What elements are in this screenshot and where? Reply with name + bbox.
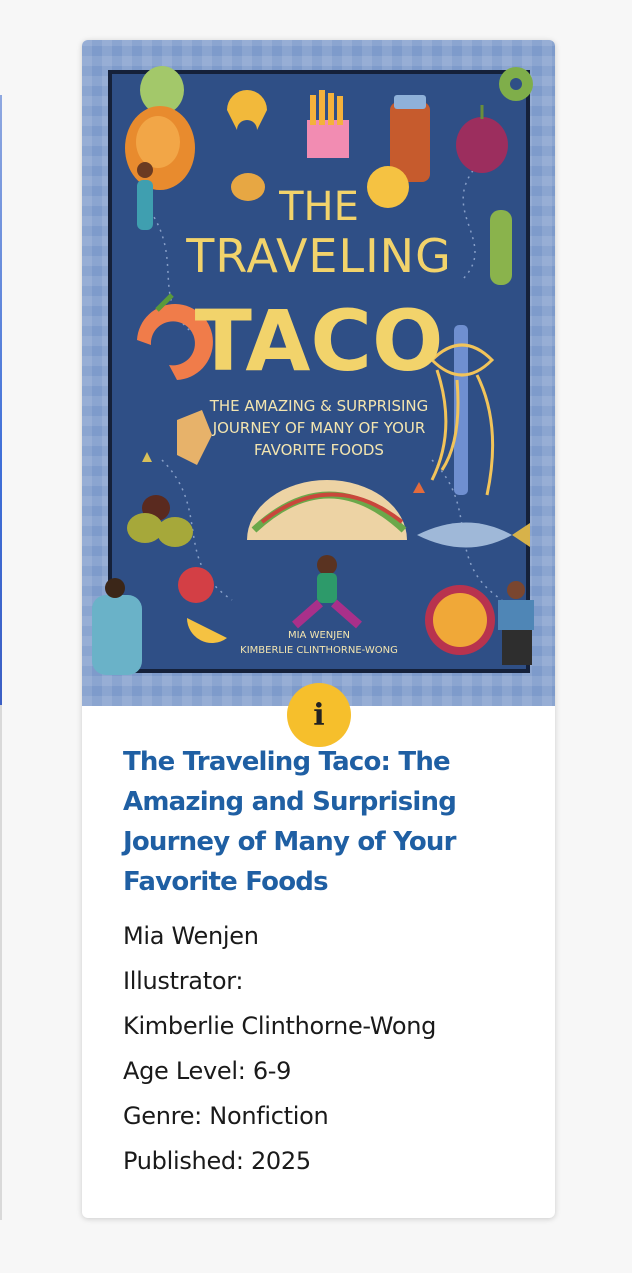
book-details: The Traveling Taco: The Amazing and Surp… — [123, 742, 533, 1184]
book-illustrator: Kimberlie Clinthorne-Wong — [123, 1012, 437, 1040]
cover-title-line1: THE — [278, 184, 359, 230]
age-level: Age Level: 6-9 — [123, 1057, 292, 1085]
illustrator-label: Illustrator: — [123, 967, 244, 995]
cover-illustration: THE TRAVELING TACO THE AMAZING & SURPRIS… — [92, 66, 534, 675]
cover-title-line3: TACO — [195, 292, 444, 390]
previous-card-edge — [0, 95, 2, 1220]
cover-author: MIA WENJEN — [288, 630, 350, 641]
published-year: Published: 2025 — [123, 1147, 311, 1175]
cover-subtitle-line3: FAVORITE FOODS — [254, 441, 384, 459]
cover-subtitle-line2: JOURNEY OF MANY OF YOUR — [212, 419, 426, 437]
book-title-link[interactable]: The Traveling Taco: The Amazing and Surp… — [123, 742, 533, 902]
cover-subtitle-line1: THE AMAZING & SURPRISING — [209, 397, 429, 415]
cover-title-line2: TRAVELING — [185, 229, 452, 283]
info-button[interactable]: i — [287, 683, 351, 747]
book-card: THE TRAVELING TACO THE AMAZING & SURPRIS… — [82, 40, 555, 1218]
book-cover-image[interactable]: THE TRAVELING TACO THE AMAZING & SURPRIS… — [82, 40, 555, 706]
cover-illustrator: KIMBERLIE CLINTHORNE-WONG — [240, 645, 398, 656]
book-author: Mia Wenjen — [123, 922, 259, 950]
genre: Genre: Nonfiction — [123, 1102, 329, 1130]
book-meta: Mia Wenjen Illustrator: Kimberlie Clinth… — [123, 914, 533, 1184]
info-icon: i — [313, 697, 325, 733]
